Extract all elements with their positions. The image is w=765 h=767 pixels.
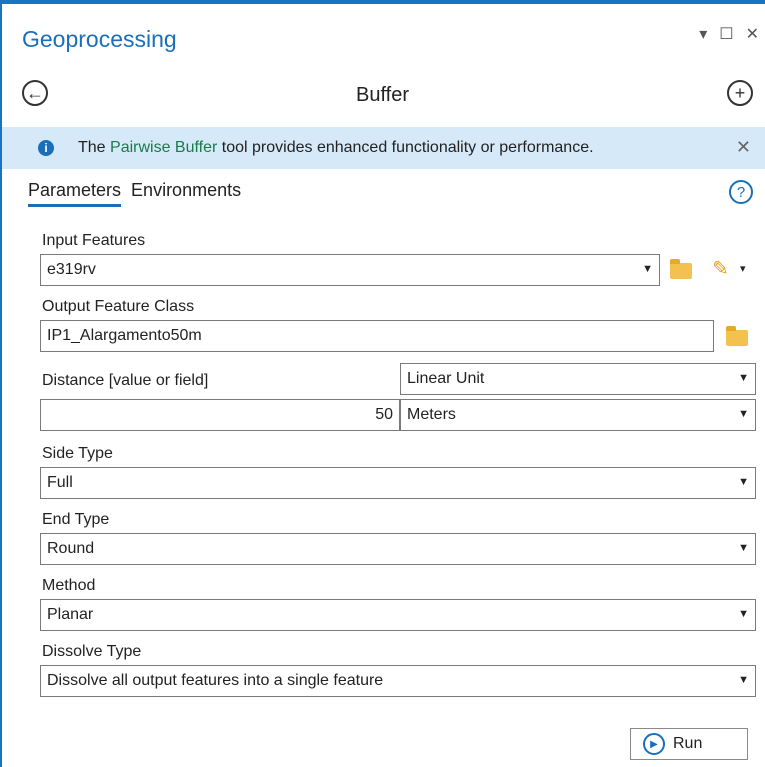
tabs: Parameters Environments [28,180,241,207]
close-icon[interactable]: ✕ [746,24,759,44]
tool-title: Buffer [356,84,409,106]
pairwise-buffer-link[interactable]: Pairwise Buffer [110,139,217,156]
pane-title: Geoprocessing [22,26,177,52]
chevron-down-icon: ▼ [642,263,653,275]
distance-mode-value: Linear Unit [407,370,485,387]
input-features-value: e319rv [47,261,96,278]
distance-unit-select[interactable]: Meters ▼ [400,399,756,431]
help-icon[interactable]: ? [729,180,753,204]
pencil-edit-icon[interactable]: ✎ [712,256,729,281]
window-controls: ▾ ☐ ✕ [699,24,759,44]
dissolve-type-label: Dissolve Type [42,643,142,660]
method-select[interactable]: Planar ▼ [40,599,756,631]
run-button[interactable]: ▶ Run ▼ [630,728,765,760]
tab-environments[interactable]: Environments [131,180,241,207]
chevron-down-icon: ▼ [738,674,749,686]
info-icon: i [38,140,54,156]
side-type-select[interactable]: Full ▼ [40,467,756,499]
info-banner: i The Pairwise Buffer tool provides enha… [2,127,765,169]
distance-value: 50 [375,406,393,423]
end-type-label: End Type [42,511,110,528]
chevron-down-icon: ▼ [738,372,749,384]
folder-icon[interactable] [726,326,748,346]
method-value: Planar [47,606,94,623]
folder-icon[interactable] [670,259,692,279]
banner-close-icon[interactable]: ✕ [736,137,751,158]
pin-dropdown-icon[interactable]: ▾ [699,24,707,44]
distance-label: Distance [value or field] [42,372,209,389]
distance-value-input[interactable]: 50 [40,399,400,431]
geoprocessing-pane: Geoprocessing ▾ ☐ ✕ ← Buffer + i The Pai… [0,0,765,767]
run-play-icon: ▶ [643,733,665,755]
banner-prefix: The [78,139,111,156]
tab-parameters[interactable]: Parameters [28,180,122,207]
output-feature-class-input[interactable]: IP1_Alargamento50m [40,320,714,352]
pencil-dropdown-icon[interactable]: ▾ [740,262,746,275]
chevron-down-icon: ▼ [738,408,749,420]
banner-suffix: tool provides enhanced functionality or … [217,139,594,156]
add-plus-icon[interactable]: + [727,80,753,106]
chevron-down-icon: ▼ [738,542,749,554]
distance-mode-select[interactable]: Linear Unit ▼ [400,363,756,395]
method-label: Method [42,577,96,594]
pane-top-border [0,0,765,4]
dissolve-type-value: Dissolve all output features into a sing… [47,672,384,689]
end-type-value: Round [47,540,95,557]
chevron-down-icon: ▼ [738,608,749,620]
banner-message: The Pairwise Buffer tool provides enhanc… [78,139,594,157]
output-feature-class-label: Output Feature Class [42,298,195,315]
input-features-select[interactable]: e319rv ▼ [40,254,660,286]
dissolve-type-select[interactable]: Dissolve all output features into a sing… [40,665,756,697]
output-feature-class-value: IP1_Alargamento50m [47,327,202,344]
maximize-icon[interactable]: ☐ [719,24,733,44]
input-features-label: Input Features [42,232,146,249]
side-type-value: Full [47,474,73,491]
distance-unit-value: Meters [407,406,456,423]
side-type-label: Side Type [42,445,113,462]
end-type-select[interactable]: Round ▼ [40,533,756,565]
run-label: Run [673,735,703,752]
pane-left-border [0,0,2,767]
chevron-down-icon: ▼ [738,476,749,488]
